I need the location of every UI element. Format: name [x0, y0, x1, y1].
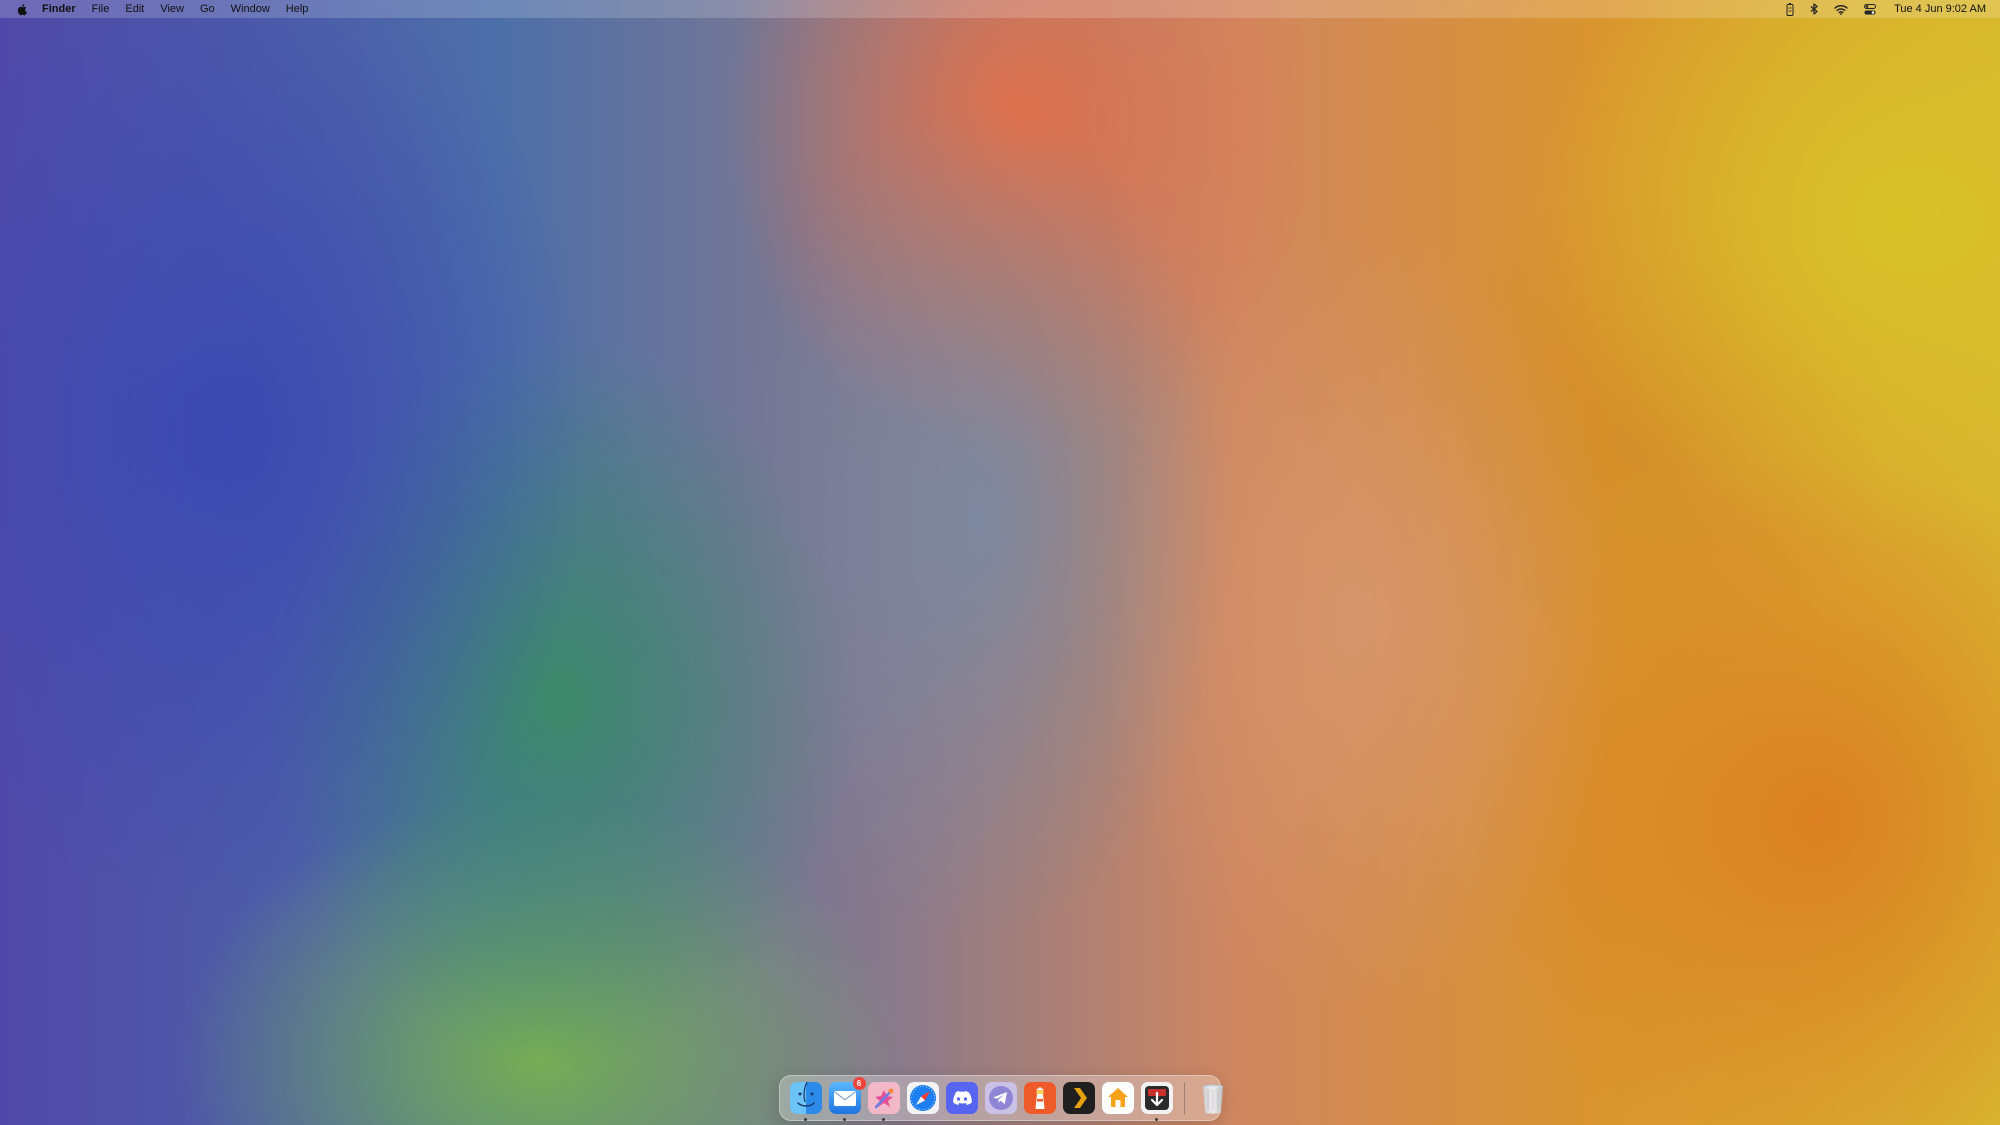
dock-item-tot[interactable]	[1023, 1081, 1057, 1115]
battery-icon[interactable]	[1786, 0, 1794, 18]
safari-icon	[906, 1082, 939, 1114]
dock-item-trash[interactable]	[1196, 1081, 1230, 1115]
dock-item-finder[interactable]	[789, 1081, 823, 1121]
apple-logo-icon[interactable]	[14, 2, 28, 16]
plex-icon	[1062, 1082, 1095, 1114]
lighthouse-icon	[1023, 1082, 1056, 1114]
telegram-icon	[984, 1082, 1017, 1114]
mail-unread-badge: 6	[852, 1077, 866, 1090]
dock-item-safari[interactable]	[906, 1081, 940, 1115]
running-indicator	[882, 1118, 885, 1121]
menu-file[interactable]: File	[92, 3, 110, 15]
running-indicator	[1155, 1118, 1158, 1121]
bluetooth-icon[interactable]	[1810, 0, 1818, 18]
dock-separator	[1184, 1082, 1185, 1114]
menu-view[interactable]: View	[160, 3, 184, 15]
downloader-icon	[1140, 1082, 1173, 1114]
dock-item-pixelmator[interactable]	[867, 1081, 901, 1121]
running-indicator	[804, 1118, 807, 1121]
home-icon	[1101, 1082, 1134, 1114]
menu-go[interactable]: Go	[200, 3, 215, 15]
menu-edit[interactable]: Edit	[125, 3, 144, 15]
wallpaper	[0, 0, 2000, 1125]
dock-item-plex[interactable]	[1062, 1081, 1096, 1115]
pixelmator-icon	[867, 1082, 900, 1114]
finder-icon	[789, 1081, 822, 1114]
dock-item-mail[interactable]: 6	[828, 1077, 866, 1121]
menu-app-name[interactable]: Finder	[42, 3, 76, 15]
running-indicator	[843, 1118, 846, 1121]
menu-bar: Finder File Edit View Go Window Help Tue…	[0, 0, 2000, 18]
menu-bar-clock[interactable]: Tue 4 Jun 9:02 AM	[1894, 3, 1986, 15]
dock: 6	[779, 1075, 1223, 1121]
dock-item-discord[interactable]	[945, 1081, 979, 1115]
menu-window[interactable]: Window	[231, 3, 270, 15]
desktop[interactable]: Finder File Edit View Go Window Help Tue…	[0, 0, 2000, 1125]
menu-bar-right: Tue 4 Jun 9:02 AM	[1770, 0, 2000, 18]
control-center-icon[interactable]	[1864, 0, 1877, 18]
trash-icon	[1202, 1084, 1223, 1114]
dock-item-telegram[interactable]	[984, 1081, 1018, 1115]
menu-help[interactable]: Help	[286, 3, 309, 15]
wifi-icon[interactable]	[1834, 0, 1848, 18]
dock-item-downloader[interactable]	[1140, 1081, 1174, 1121]
dock-item-home[interactable]	[1101, 1081, 1135, 1115]
menu-bar-left: Finder File Edit View Go Window Help	[0, 0, 324, 18]
discord-icon	[945, 1082, 978, 1114]
